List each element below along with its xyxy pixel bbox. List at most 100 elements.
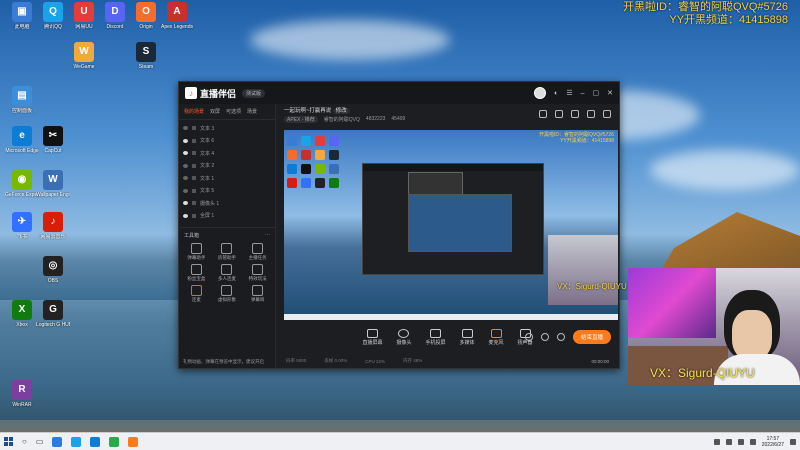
desktop-icon[interactable]: ◉GeForce Experience <box>5 170 39 198</box>
version-badge[interactable]: 测试版 <box>242 88 266 98</box>
clock[interactable]: 17:57 2022/6/27 <box>762 436 784 448</box>
record-icon[interactable] <box>524 333 533 341</box>
tool-virtual-avatar[interactable]: 虚拟形象 <box>212 285 243 303</box>
game-tag[interactable]: APEX - 推荐 <box>284 116 318 123</box>
taskbar-app-icon[interactable] <box>71 436 82 447</box>
window-controls: ◐ ☰ – ▢ ✕ <box>534 87 613 99</box>
desktop-icon[interactable]: O Origin <box>129 2 163 30</box>
share-icon[interactable] <box>603 110 611 118</box>
desktop-icon[interactable]: ♪ 网易云音乐 <box>36 212 70 240</box>
screen-capture-button[interactable]: 直播屏幕 <box>362 328 382 346</box>
status-bar: 码率 5000 丢帧 0.00% CPU 22% 内存 48% 00:00:00 <box>276 354 619 368</box>
desktop-icon[interactable]: ✈ 飞书 <box>5 212 39 240</box>
lock-icon[interactable] <box>192 151 196 156</box>
tab-scene[interactable]: 场景 <box>247 108 257 115</box>
menu-icon[interactable]: ☰ <box>566 89 572 97</box>
eye-icon[interactable] <box>183 176 188 181</box>
tab-my-scene[interactable]: 我的场景 <box>184 108 204 115</box>
camera-button[interactable]: 摄像头 <box>396 328 411 346</box>
desktop-icon[interactable]: W WeGame <box>67 42 101 70</box>
skin-icon[interactable]: ◐ <box>554 90 558 97</box>
tool-room-manager[interactable]: 房管助手 <box>212 243 243 261</box>
tool-fan-box[interactable]: 粉丝宝盒 <box>181 264 212 282</box>
maximize-icon[interactable]: ▢ <box>593 89 600 97</box>
media-button[interactable]: 多媒体 <box>460 328 475 346</box>
room-id: 4832223 <box>365 116 386 122</box>
task-view-icon[interactable]: ▭ <box>36 437 44 446</box>
more-icon[interactable]: ⋯ <box>265 232 270 239</box>
eye-icon[interactable] <box>183 213 188 218</box>
gift-icon[interactable] <box>539 110 547 118</box>
scene-item[interactable]: 文本 2 <box>183 160 271 173</box>
desktop-icon[interactable]: ▤ 控制面板 <box>5 86 39 114</box>
tool-anchor-task[interactable]: 主播任务 <box>242 243 273 261</box>
lock-icon[interactable] <box>192 176 196 181</box>
volume-icon[interactable] <box>737 438 744 445</box>
scene-item[interactable]: 文本 4 <box>183 147 271 160</box>
desktop-icon[interactable]: ✂ CapCut <box>36 126 70 154</box>
mic-group-icon <box>221 264 233 275</box>
desktop-icon[interactable]: ◎ OBS <box>36 256 70 284</box>
lock-icon[interactable] <box>192 138 196 143</box>
desktop-icon[interactable]: e Microsoft Edge <box>5 126 39 154</box>
eye-icon[interactable] <box>183 126 188 131</box>
desktop-icon[interactable]: Q 腾讯QQ <box>36 2 70 30</box>
lock-icon[interactable] <box>192 213 196 218</box>
scene-item[interactable]: 文本 5 <box>183 185 271 198</box>
search-icon[interactable]: ○ <box>22 437 27 446</box>
ime-icon[interactable] <box>749 438 756 445</box>
scene-item[interactable]: 摄像头 1 <box>183 197 271 210</box>
eye-icon[interactable] <box>540 333 549 341</box>
tool-connect-mic[interactable]: 连麦 <box>181 285 212 303</box>
scene-label: 文本 5 <box>200 188 215 195</box>
desktop-icon[interactable]: WWallpaper Engine <box>36 170 70 198</box>
notification-icon[interactable] <box>790 438 796 445</box>
desktop-icon[interactable]: ▣ 此电脑 <box>5 2 39 30</box>
lock-icon[interactable] <box>192 188 196 193</box>
desktop-icon[interactable]: A Apex Legends <box>160 2 194 30</box>
desktop-icon[interactable]: S Steam <box>129 42 163 70</box>
scene-item[interactable]: 文本 6 <box>183 135 271 148</box>
windows-start-icon[interactable] <box>4 437 13 446</box>
desktop-icon[interactable]: X Xbox <box>5 300 39 328</box>
tab-options[interactable]: 可选项 <box>226 108 241 115</box>
tool-effects[interactable]: 特效玩法 <box>242 264 273 282</box>
lock-icon[interactable] <box>192 163 196 168</box>
stop-live-button[interactable]: 结束直播 <box>572 330 611 344</box>
scene-item[interactable]: 文本 1 <box>183 172 271 185</box>
tool-danmu-assistant[interactable]: 弹幕助手 <box>181 243 212 261</box>
eye-icon[interactable] <box>183 163 188 168</box>
desktop-icon[interactable]: G Logitech G HUB <box>36 300 70 328</box>
gift-tip: 礼物动画、弹幕在预览中显示，建议开启 <box>183 359 264 364</box>
desktop-icon[interactable]: U 网易UU <box>67 2 101 30</box>
eye-icon[interactable] <box>183 151 188 156</box>
minimize-icon[interactable]: – <box>581 90 585 97</box>
eye-icon[interactable] <box>183 201 188 206</box>
avatar[interactable] <box>534 87 547 99</box>
desktop-icon[interactable]: R WinRAR <box>5 380 39 408</box>
screenshot-icon[interactable] <box>571 110 579 118</box>
tool-multi-mic[interactable]: 多人连麦 <box>212 264 243 282</box>
close-icon[interactable]: ✕ <box>607 89 613 97</box>
edit-title-button[interactable]: 修改 <box>332 108 350 114</box>
lock-icon[interactable] <box>192 201 196 206</box>
lock-icon[interactable] <box>555 110 563 118</box>
microphone-button[interactable]: 麦克风 <box>489 328 504 346</box>
taskbar-app-icon[interactable] <box>90 436 101 447</box>
network-icon[interactable] <box>725 438 732 445</box>
settings-icon[interactable] <box>556 333 565 341</box>
tool-danmu-read[interactable]: 弹幕阅 <box>242 285 273 303</box>
scene-item[interactable]: 文本 3 <box>183 122 271 135</box>
phone-cast-button[interactable]: 手机投屏 <box>425 328 446 346</box>
eye-icon[interactable] <box>183 188 188 193</box>
taskbar-app-icon[interactable] <box>128 436 139 447</box>
taskbar-app-icon[interactable] <box>52 436 63 447</box>
notification-icon[interactable] <box>587 110 595 118</box>
chevron-up-icon[interactable] <box>713 438 720 445</box>
desktop-icon[interactable]: D Discord <box>98 2 132 30</box>
eye-icon[interactable] <box>183 138 188 143</box>
tab-dual-screen[interactable]: 双屏 <box>210 108 220 115</box>
scene-item[interactable]: 全屏 1 <box>183 210 271 223</box>
lock-icon[interactable] <box>192 126 196 131</box>
taskbar-app-icon[interactable] <box>109 436 120 447</box>
